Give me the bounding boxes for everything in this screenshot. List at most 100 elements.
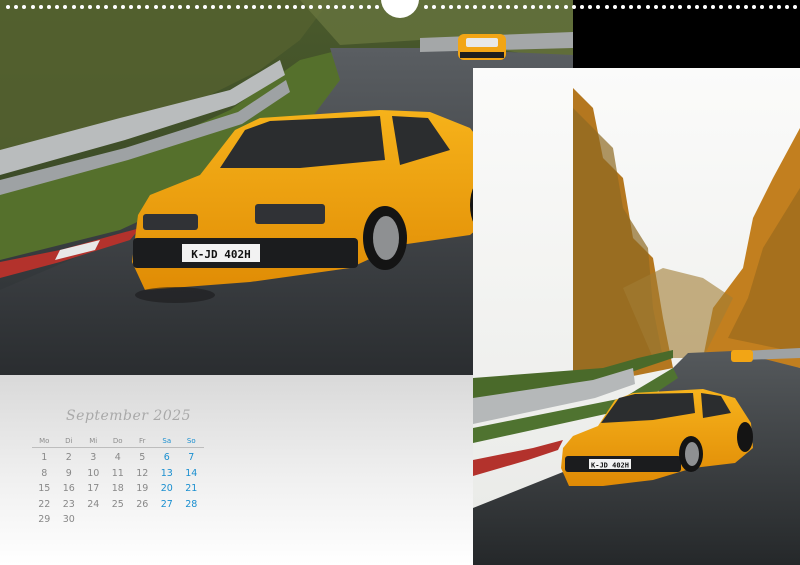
- calendar-day: 27: [160, 498, 173, 510]
- weekday-header-row: Mo Di Mi Do Fr Sa So: [32, 435, 204, 448]
- calendar-week-row: 8 9 10 11 12 13 14: [32, 466, 204, 482]
- weekday-header: So: [186, 437, 196, 445]
- binding-hole: [14, 5, 19, 9]
- binding-hole: [686, 5, 691, 9]
- calendar-day: 21: [185, 483, 198, 494]
- binding-hole: [473, 5, 478, 9]
- binding-hole: [662, 5, 666, 9]
- calendar-day: [81, 512, 106, 528]
- calendar-day: 23: [62, 498, 75, 510]
- binding-hole: [703, 5, 707, 9]
- binding-hole: [63, 5, 68, 9]
- binding-hole: [309, 5, 314, 9]
- binding-hole: [342, 5, 347, 9]
- binding-hole: [252, 5, 256, 9]
- calendar-day: 13: [160, 467, 173, 479]
- binding-hole: [79, 5, 84, 9]
- calendar-week-row: 1 2 3 4 5 6 7: [32, 450, 204, 466]
- binding-hole: [776, 5, 781, 9]
- calendar-day: 15: [38, 483, 51, 494]
- calendar-day: [106, 512, 131, 528]
- calendar-day: 16: [62, 483, 75, 494]
- calendar-day: 11: [111, 467, 124, 479]
- binding-hole: [96, 5, 101, 9]
- binding-hole: [580, 5, 584, 9]
- weekday-header: Mo: [39, 437, 50, 445]
- binding-hole: [785, 5, 789, 9]
- binding-hole: [293, 5, 297, 9]
- binding-hole: [727, 5, 732, 9]
- calendar-day: 6: [163, 452, 170, 463]
- binding-hole: [227, 5, 232, 9]
- calendar-day: 9: [65, 467, 72, 479]
- binding-hole: [506, 5, 511, 9]
- binding-hole: [375, 5, 379, 9]
- binding-hole: [547, 5, 552, 9]
- calendar-day: 28: [185, 498, 198, 510]
- binding-hole: [88, 5, 92, 9]
- binding-hole: [588, 5, 593, 9]
- binding-hole: [612, 5, 617, 9]
- calendar-day: 8: [41, 467, 48, 479]
- calendar-day: 24: [87, 498, 100, 510]
- binding-hole: [744, 5, 748, 9]
- weekday-header: Mi: [89, 437, 98, 445]
- calendar-day: 12: [136, 467, 149, 479]
- binding-hole: [448, 5, 453, 9]
- binding-hole: [276, 5, 281, 9]
- binding-hole: [596, 5, 601, 9]
- weekday-header: Sa: [162, 437, 172, 445]
- binding-hole: [481, 5, 486, 9]
- binding-hole: [161, 5, 166, 9]
- binding-hole: [30, 5, 35, 9]
- binding-hole: [719, 5, 724, 9]
- binding-hole: [22, 5, 27, 9]
- binding-hole: [571, 5, 576, 9]
- calendar-day: 19: [136, 483, 149, 494]
- binding-hole: [71, 5, 76, 9]
- binding-hole: [170, 5, 174, 9]
- calendar-day: 25: [111, 498, 124, 510]
- binding-hole: [424, 5, 429, 9]
- binding-hole: [514, 5, 519, 9]
- binding-hole: [38, 5, 43, 9]
- calendar-day: [179, 512, 204, 528]
- binding-hole: [621, 5, 625, 9]
- weekday-header: Do: [112, 437, 123, 445]
- binding-hole: [350, 5, 355, 9]
- calendar-week-row: 15 16 17 18 19 20 21: [32, 481, 204, 497]
- binding-hole: [539, 5, 543, 9]
- binding-hole: [555, 5, 560, 9]
- calendar-day: 22: [38, 498, 51, 510]
- binding-hole: [440, 5, 445, 9]
- binding-hole: [530, 5, 535, 9]
- binding-hole: [645, 5, 650, 9]
- binding-hole: [202, 5, 207, 9]
- binding-hole: [243, 5, 248, 9]
- binding-hole: [793, 5, 798, 9]
- binding-hole: [498, 5, 502, 9]
- weekday-header: Di: [65, 437, 73, 445]
- binding-hole: [670, 5, 675, 9]
- side-photo: K-JD 402H: [473, 68, 800, 565]
- binding-hole: [186, 5, 191, 9]
- binding-hole: [153, 5, 158, 9]
- binding-hole: [284, 5, 289, 9]
- binding-hole: [47, 5, 51, 9]
- calendar-day: 10: [87, 467, 100, 479]
- binding-hole: [268, 5, 273, 9]
- binding-hole: [522, 5, 527, 9]
- binding-hole: [563, 5, 568, 9]
- binding-hole: [301, 5, 306, 9]
- calendar-day: 26: [136, 498, 149, 510]
- calendar-day: 14: [185, 467, 198, 479]
- side-license-plate: K-JD 402H: [591, 462, 629, 470]
- binding-hole: [334, 5, 338, 9]
- calendar-day: 3: [90, 452, 97, 463]
- calendar-day: 5: [139, 452, 146, 463]
- calendar-week-row: 29 30: [32, 512, 204, 528]
- calendar-grid: Mo Di Mi Do Fr Sa So 1 2 3 4 5 6 7 8 9 1…: [32, 435, 204, 528]
- binding-hole: [55, 5, 60, 9]
- binding-hole: [260, 5, 265, 9]
- binding-hole: [711, 5, 716, 9]
